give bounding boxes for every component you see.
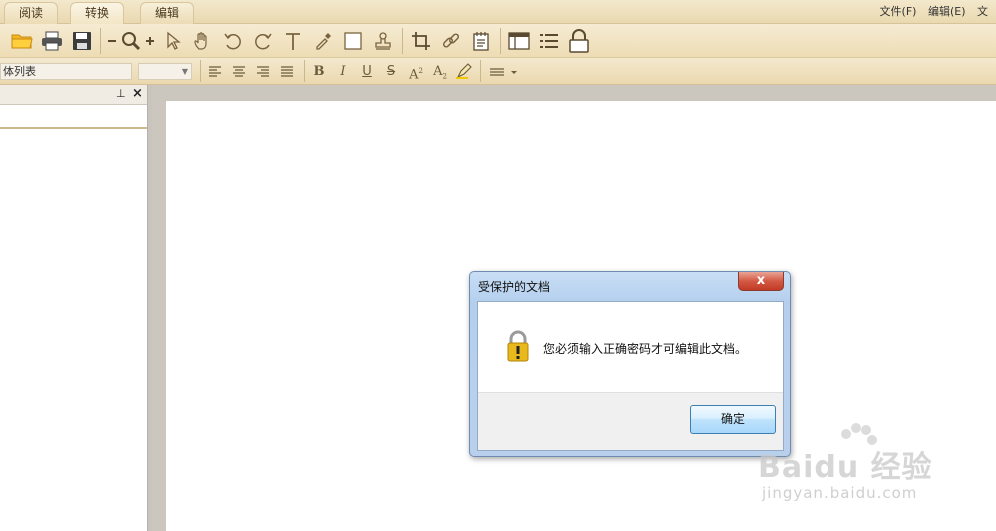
rotate-left-icon[interactable]: [222, 30, 244, 52]
stamp-icon[interactable]: [372, 30, 394, 52]
dialog-message: 您必须输入正确密码才可编辑此文档。: [543, 342, 748, 356]
save-icon[interactable]: [70, 30, 94, 52]
tab-edit-label: 编辑: [155, 6, 180, 20]
close-icon[interactable]: ×: [132, 86, 143, 101]
toolbar-separator: [304, 60, 305, 82]
lock-icon[interactable]: [566, 29, 592, 53]
align-right-icon[interactable]: [254, 64, 272, 80]
protected-document-dialog: 受保护的文档 x 您必须输入正确密码才可编辑此文档。 确定: [469, 271, 791, 457]
list-icon[interactable]: [538, 30, 560, 52]
tab-convert-label: 转换: [85, 6, 110, 20]
dialog-close-button[interactable]: x: [738, 272, 784, 291]
tab-bar: 阅读 转换 编辑 文件(F) 编辑(E) 文: [0, 0, 996, 24]
menu-file[interactable]: 文件(F): [880, 5, 917, 18]
tab-read-label: 阅读: [19, 6, 44, 20]
zoom-out-icon[interactable]: [106, 30, 118, 52]
menu-more[interactable]: 文: [977, 5, 988, 18]
tab-edit[interactable]: 编辑: [140, 2, 195, 24]
warning-lock-icon: [506, 330, 530, 365]
dialog-title: 受保护的文档: [478, 280, 551, 294]
side-panel: ⊥ ×: [0, 85, 148, 531]
toolbar-separator: [200, 60, 201, 82]
font-name-select[interactable]: 体列表: [0, 63, 132, 80]
zoom-icon[interactable]: [120, 30, 142, 52]
bold-button[interactable]: B: [310, 62, 328, 81]
side-panel-toolbar: [0, 105, 147, 129]
rotate-right-icon[interactable]: [252, 30, 274, 52]
crop-icon[interactable]: [410, 30, 432, 52]
underline-button[interactable]: U: [358, 62, 376, 81]
align-justify-icon[interactable]: [278, 64, 296, 80]
watermark-url: jingyan.baidu.com: [762, 484, 918, 502]
rectangle-icon[interactable]: [342, 30, 364, 52]
toolbar-separator: [480, 60, 481, 82]
line-spacing-dropdown[interactable]: [488, 64, 520, 80]
align-left-icon[interactable]: [206, 64, 224, 80]
print-icon[interactable]: [40, 30, 64, 52]
chevron-down-icon: ▼: [181, 67, 188, 76]
select-arrow-icon[interactable]: [162, 30, 184, 52]
folder-open-icon[interactable]: [10, 30, 34, 52]
italic-button[interactable]: I: [334, 62, 352, 81]
tab-read[interactable]: 阅读: [4, 2, 59, 24]
main-toolbar: [0, 24, 996, 58]
side-panel-header: ⊥ ×: [0, 85, 147, 105]
layout-icon[interactable]: [506, 30, 532, 52]
subscript-button[interactable]: A2: [430, 62, 450, 81]
pin-icon[interactable]: ⊥: [116, 87, 126, 100]
menu-bar: 文件(F) 编辑(E) 文: [880, 3, 996, 19]
hand-icon[interactable]: [192, 30, 214, 52]
highlighter-icon[interactable]: [454, 62, 474, 80]
font-size-select[interactable]: ▼: [138, 63, 192, 80]
dialog-body: 您必须输入正确密码才可编辑此文档。 确定: [477, 301, 784, 451]
toolbar-separator: [500, 28, 501, 54]
align-center-icon[interactable]: [230, 64, 248, 80]
format-toolbar: 体列表 ▼ B I U S A2 A2: [0, 58, 996, 85]
link-icon[interactable]: [440, 30, 462, 52]
toolbar-separator: [100, 28, 101, 54]
strikethrough-button[interactable]: S: [382, 62, 400, 81]
dialog-footer: 确定: [478, 392, 783, 450]
watermark-brand: Baidu 经验: [758, 450, 933, 485]
eyedropper-icon[interactable]: [312, 30, 334, 52]
superscript-button[interactable]: A2: [406, 62, 426, 82]
menu-edit[interactable]: 编辑(E): [928, 5, 966, 18]
note-icon[interactable]: [470, 30, 492, 52]
zoom-in-icon[interactable]: [144, 30, 156, 52]
tab-convert[interactable]: 转换: [70, 2, 125, 24]
baidu-watermark: Baidu 经验 jingyan.baidu.com: [758, 420, 988, 520]
text-tool-icon[interactable]: [282, 30, 304, 52]
close-icon: x: [756, 273, 766, 288]
toolbar-separator: [402, 28, 403, 54]
